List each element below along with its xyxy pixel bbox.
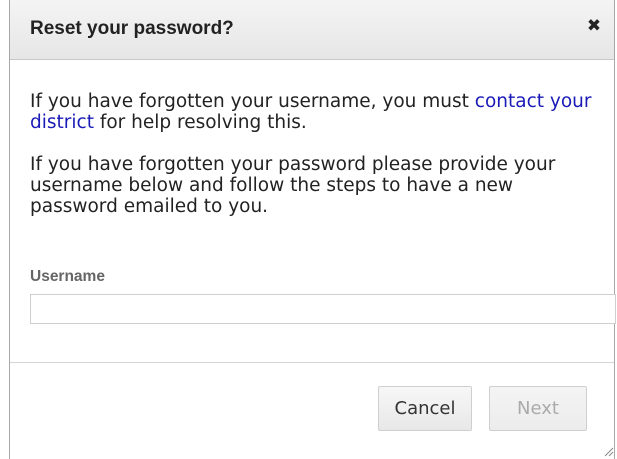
username-help-text: If you have forgotten your username, you… — [30, 91, 600, 133]
password-help-text: If you have forgotten your password plea… — [30, 154, 556, 217]
username-label: Username — [30, 268, 105, 285]
next-button[interactable]: Next — [489, 386, 587, 431]
cancel-button[interactable]: Cancel — [378, 386, 472, 431]
close-icon[interactable]: ✖ — [582, 14, 606, 38]
dialog-titlebar: Reset your password? ✖ — [10, 0, 614, 60]
resize-handle-icon[interactable] — [602, 445, 614, 457]
footer-divider — [10, 362, 614, 363]
reset-password-dialog: Reset your password? ✖ If you have forgo… — [9, 0, 616, 459]
dialog-body: If you have forgotten your username, you… — [30, 91, 600, 238]
username-help-text-end: for help resolving this. — [93, 112, 307, 133]
username-input[interactable] — [30, 294, 616, 324]
dialog-title: Reset your password? — [30, 18, 234, 39]
username-help-text-start: If you have forgotten your username, you… — [30, 91, 475, 112]
